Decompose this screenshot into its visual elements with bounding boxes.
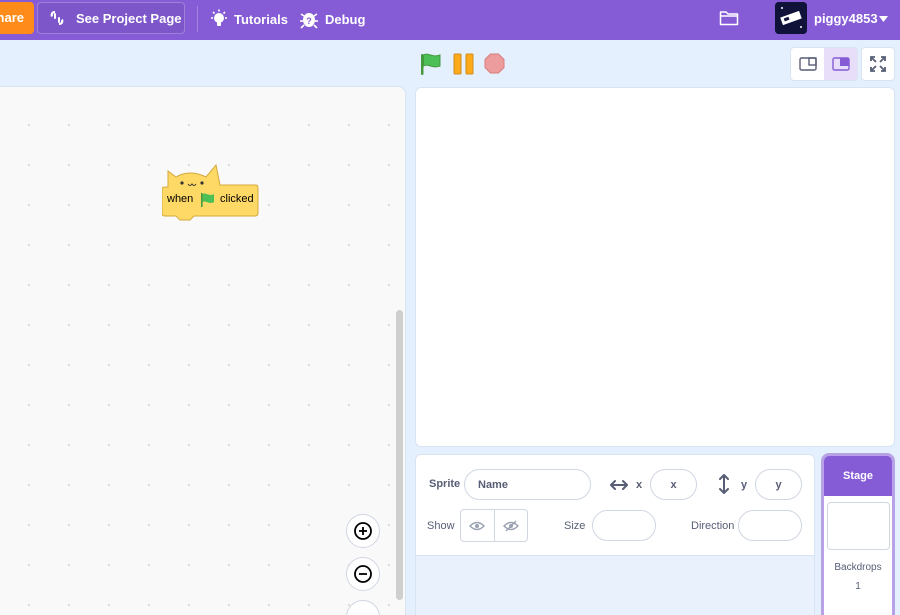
stage-selector[interactable]: Stage Backdrops 1 — [821, 453, 895, 615]
zoom-out-icon — [354, 565, 372, 583]
x-label: x — [636, 479, 643, 491]
see-project-page-button[interactable]: See Project Page — [37, 2, 185, 34]
username[interactable]: piggy4853 — [814, 11, 878, 26]
menu-bar: hare See Project Page Tutorials ? Debug … — [0, 0, 900, 40]
sprite-info-panel: Sprite Name x x y y Show Size Direction — [416, 455, 814, 556]
vertical-arrows-icon — [719, 474, 729, 494]
stage-canvas[interactable] — [415, 87, 895, 447]
stage-thumbnail — [827, 502, 890, 550]
direction-label: Direction — [691, 520, 735, 532]
stage-size-toggle — [790, 47, 858, 81]
block-text-when: when — [167, 193, 194, 205]
y-position-input[interactable]: y — [755, 469, 802, 500]
share-button[interactable]: hare — [0, 2, 34, 34]
svg-text:?: ? — [306, 16, 312, 26]
project-page-icon — [50, 11, 64, 25]
tutorials-label: Tutorials — [234, 11, 288, 27]
show-sprite-button[interactable] — [461, 510, 494, 541]
direction-input[interactable] — [738, 510, 802, 541]
debug-bug-icon: ? — [300, 13, 318, 29]
show-label: Show — [427, 520, 455, 532]
backdrops-label: Backdrops — [834, 562, 882, 573]
backdrops-count: 1 — [855, 581, 861, 592]
large-stage-icon — [831, 57, 850, 71]
horizontal-arrows-icon — [610, 480, 628, 490]
zoom-in-button[interactable] — [346, 514, 380, 548]
lightbulb-icon — [211, 9, 227, 26]
avatar-image — [775, 2, 807, 34]
size-input[interactable] — [592, 510, 656, 541]
visibility-toggle — [460, 509, 528, 542]
debug-menu[interactable]: ? Debug — [298, 8, 365, 30]
chevron-down-icon[interactable] — [879, 16, 888, 22]
vertical-scrollbar[interactable] — [396, 310, 403, 600]
tutorials-menu[interactable]: Tutorials — [209, 8, 288, 30]
eye-slash-icon — [502, 520, 519, 531]
small-stage-button[interactable] — [791, 48, 824, 80]
green-flag-icon[interactable] — [420, 52, 442, 76]
sprite-name-input[interactable]: Name — [464, 469, 591, 500]
user-avatar[interactable] — [775, 2, 807, 34]
stage-selector-header: Stage — [824, 456, 892, 496]
stop-icon[interactable] — [484, 53, 505, 74]
menu-divider — [197, 6, 198, 32]
sprite-label: Sprite — [429, 478, 461, 490]
debug-label: Debug — [325, 11, 366, 27]
fullscreen-icon — [870, 56, 886, 72]
small-stage-icon — [798, 57, 817, 71]
y-label: y — [741, 479, 748, 491]
eye-icon — [469, 521, 486, 530]
zoom-in-icon — [354, 522, 372, 540]
block-text-clicked: clicked — [220, 193, 254, 205]
hide-sprite-button[interactable] — [493, 510, 527, 541]
sprite-pane: Sprite Name x x y y Show Size Direction — [415, 454, 815, 615]
size-label: Size — [564, 520, 586, 532]
pause-icon[interactable] — [453, 53, 474, 75]
zoom-out-button[interactable] — [346, 557, 380, 591]
see-project-page-label: See Project Page — [76, 10, 182, 26]
x-position-input[interactable]: x — [650, 469, 697, 500]
large-stage-button[interactable] — [824, 48, 857, 80]
my-stuff-folder-icon[interactable] — [719, 9, 739, 26]
fullscreen-button[interactable] — [861, 47, 895, 81]
